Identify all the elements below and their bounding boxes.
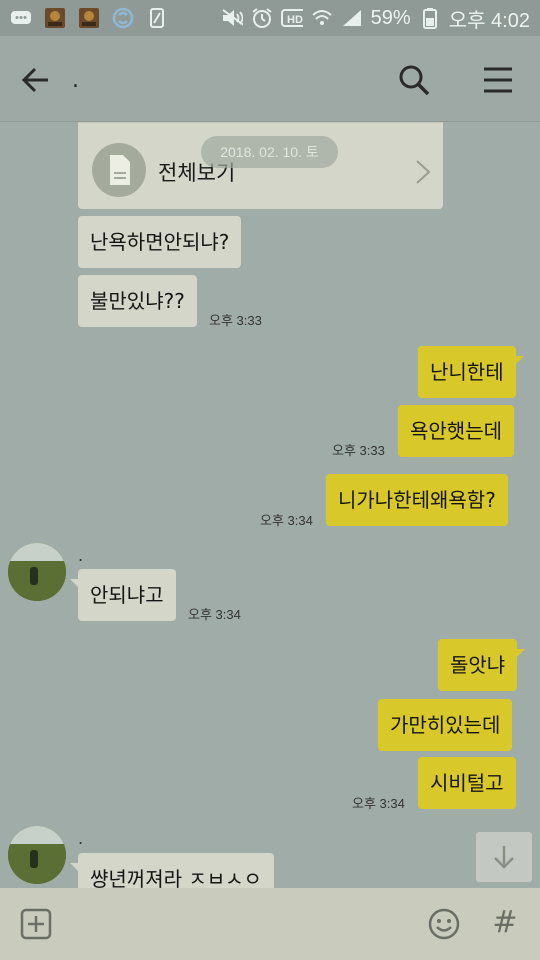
message-time: 오후 3:33: [209, 313, 262, 328]
battery-percent: 59%: [370, 6, 411, 29]
message-bubble-outgoing[interactable]: 니가나한테왜욕함?: [326, 474, 508, 526]
sender-name: .: [78, 546, 84, 565]
chat-header: .: [0, 36, 540, 122]
avatar-sky: [8, 543, 66, 561]
sync-icon: [112, 7, 134, 29]
file-icon: [92, 143, 146, 197]
message-time: 오후 3:34: [260, 513, 313, 528]
arrow-down-icon: [494, 846, 514, 869]
menu-icon[interactable]: [480, 64, 516, 96]
avatar[interactable]: [8, 826, 66, 884]
avatar-figure: [30, 850, 38, 868]
hash-icon[interactable]: #: [490, 906, 520, 940]
scroll-down-button[interactable]: [476, 832, 532, 882]
avatar-figure: [30, 567, 38, 585]
phone-icon: [146, 8, 168, 28]
wifi-icon: [311, 8, 333, 28]
plus-icon[interactable]: [20, 908, 52, 940]
avatar[interactable]: [8, 543, 66, 601]
avatar-sky: [8, 826, 66, 844]
signal-icon: [341, 8, 363, 28]
chat-title: .: [72, 68, 79, 93]
svg-text:HD: HD: [287, 14, 303, 26]
message-bubble-outgoing[interactable]: 난니한테: [418, 346, 524, 398]
sender-name: .: [78, 829, 84, 848]
message-time: 오후 3:34: [188, 607, 241, 622]
message-bubble-outgoing[interactable]: 욕안햇는데: [398, 405, 514, 457]
status-time: 오후 4:02: [448, 9, 530, 32]
status-bar: HD 59% 오후 4:02: [0, 0, 540, 36]
mute-icon: [221, 8, 243, 28]
message-input-bar: #: [0, 888, 540, 960]
alarm-icon: [251, 8, 273, 28]
message-bubble-incoming[interactable]: 난욕하면안되냐?: [78, 216, 242, 268]
hd-icon: HD: [280, 8, 303, 28]
message-time: 오후 3:34: [352, 796, 405, 811]
chevron-right-icon: [415, 159, 431, 185]
app-icon: [78, 8, 100, 28]
message-bubble-incoming[interactable]: 불만있냐??: [78, 275, 197, 327]
chat-area[interactable]: 전체보기 2018. 02. 10. 토 난욕하면안되냐? 불만있냐?? 오후 …: [0, 122, 540, 888]
message-icon: [10, 8, 32, 28]
status-bar-system: HD 59% 오후 4:02: [221, 0, 530, 36]
message-time: 오후 3:33: [332, 443, 385, 458]
message-bubble-outgoing[interactable]: 가만히있는데: [378, 699, 513, 751]
emoji-icon[interactable]: [428, 908, 460, 940]
message-bubble-outgoing[interactable]: 시비털고: [418, 757, 516, 809]
message-bubble-outgoing[interactable]: 돌앗냐: [438, 639, 526, 691]
battery-icon: [419, 8, 441, 29]
message-bubble-incoming[interactable]: 안되냐고: [70, 569, 176, 621]
search-icon[interactable]: [396, 62, 432, 98]
app-icon: [44, 8, 66, 28]
status-bar-notifications: [10, 0, 168, 36]
message-bubble-incoming[interactable]: 썅년꺼져라 ㅈㅂㅅㅇ: [70, 853, 274, 888]
date-divider: 2018. 02. 10. 토: [201, 136, 338, 168]
back-arrow-icon[interactable]: [18, 62, 54, 98]
